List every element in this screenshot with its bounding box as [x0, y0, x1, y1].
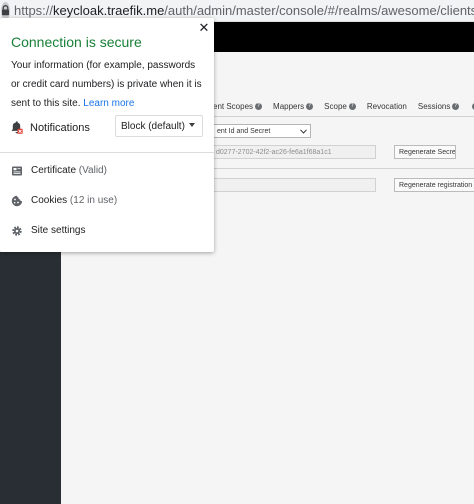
- close-icon[interactable]: ✕: [197, 22, 211, 36]
- client-authenticator-select[interactable]: ent Id and Secret: [213, 124, 311, 138]
- tab-sessions[interactable]: Sessions?: [417, 96, 460, 116]
- secret-value: d0277-2702-42f2-ac26-fe6a1f68a1c1: [216, 148, 332, 156]
- site-info-button[interactable]: [1, 1, 10, 20]
- help-icon: ?: [452, 102, 460, 110]
- notifications-blocked-icon: [11, 121, 23, 134]
- select-value: ent Id and Secret: [217, 127, 271, 135]
- popup-divider: [0, 152, 214, 153]
- app-header-bar: [213, 22, 474, 52]
- regenerate-secret-button[interactable]: Regenerate Secret: [394, 145, 456, 159]
- client-tabs: ent Scopes? Mappers? Scope? Revocation S…: [213, 96, 474, 116]
- cookies-row[interactable]: Cookies (12 in use): [0, 187, 214, 215]
- site-settings-label: Site settings: [31, 225, 86, 236]
- dropdown-caret-icon: [189, 123, 195, 127]
- help-icon: ?: [306, 102, 314, 110]
- tab-label: Mappers: [273, 101, 305, 111]
- certificate-row[interactable]: Certificate (Valid): [0, 157, 214, 185]
- tab-client-scopes[interactable]: ent Scopes?: [213, 96, 263, 116]
- certificate-icon: [12, 166, 22, 176]
- help-icon: ?: [255, 102, 263, 110]
- popup-title: Connection is secure: [11, 34, 142, 50]
- certificate-label: Certificate (Valid): [31, 165, 107, 176]
- url-text[interactable]: https://keycloak.traefik.me/auth/admin/m…: [14, 3, 474, 18]
- tab-label: Scope: [324, 101, 347, 111]
- secret-input[interactable]: d0277-2702-42f2-ac26-fe6a1f68a1c1: [213, 145, 376, 159]
- notifications-row: Notifications Block (default): [0, 114, 214, 142]
- tab-revocation[interactable]: Revocation: [367, 96, 407, 116]
- learn-more-link[interactable]: Learn more: [83, 98, 134, 109]
- help-icon: ?: [348, 102, 356, 110]
- certificate-text: Certificate: [31, 165, 77, 176]
- tabs-divider: [213, 116, 474, 117]
- form-divider: [213, 168, 474, 169]
- site-info-popup: ✕ Connection is secure Your information …: [0, 18, 214, 252]
- notifications-value: Block (default): [121, 120, 185, 132]
- cookies-text: Cookies: [31, 195, 68, 206]
- certificate-status: (Valid): [78, 165, 107, 176]
- popup-description: Your information (for example, passwords…: [11, 56, 203, 113]
- cookies-count: (12 in use): [69, 195, 118, 206]
- url-path: /auth/admin/master/console/#/realms/awes…: [164, 3, 474, 18]
- lock-icon: [2, 5, 9, 16]
- cookie-icon: [11, 195, 23, 207]
- url-host: keycloak.traefik.me: [53, 3, 165, 18]
- tab-mappers[interactable]: Mappers?: [273, 96, 314, 116]
- tab-label: Sessions: [417, 101, 451, 111]
- regenerate-registration-token-button[interactable]: Regenerate registration ac: [394, 178, 474, 192]
- registration-token-input[interactable]: [213, 178, 376, 192]
- tab-label: Revocation: [366, 101, 407, 111]
- chevron-down-icon: [300, 128, 307, 134]
- notifications-label: Notifications: [30, 122, 90, 134]
- tab-scope[interactable]: Scope?: [324, 96, 356, 116]
- cookies-label: Cookies (12 in use): [31, 195, 117, 206]
- site-settings-row[interactable]: Site settings: [0, 217, 214, 245]
- browser-window: ent Scopes? Mappers? Scope? Revocation S…: [0, 0, 474, 504]
- tab-overflow[interactable]: ?: [470, 96, 474, 116]
- url-scheme: https://: [14, 3, 54, 18]
- gear-icon: [12, 226, 22, 236]
- notifications-select[interactable]: Block (default): [115, 115, 203, 137]
- tab-label: ent Scopes: [213, 101, 254, 111]
- left-navigation: [0, 252, 61, 504]
